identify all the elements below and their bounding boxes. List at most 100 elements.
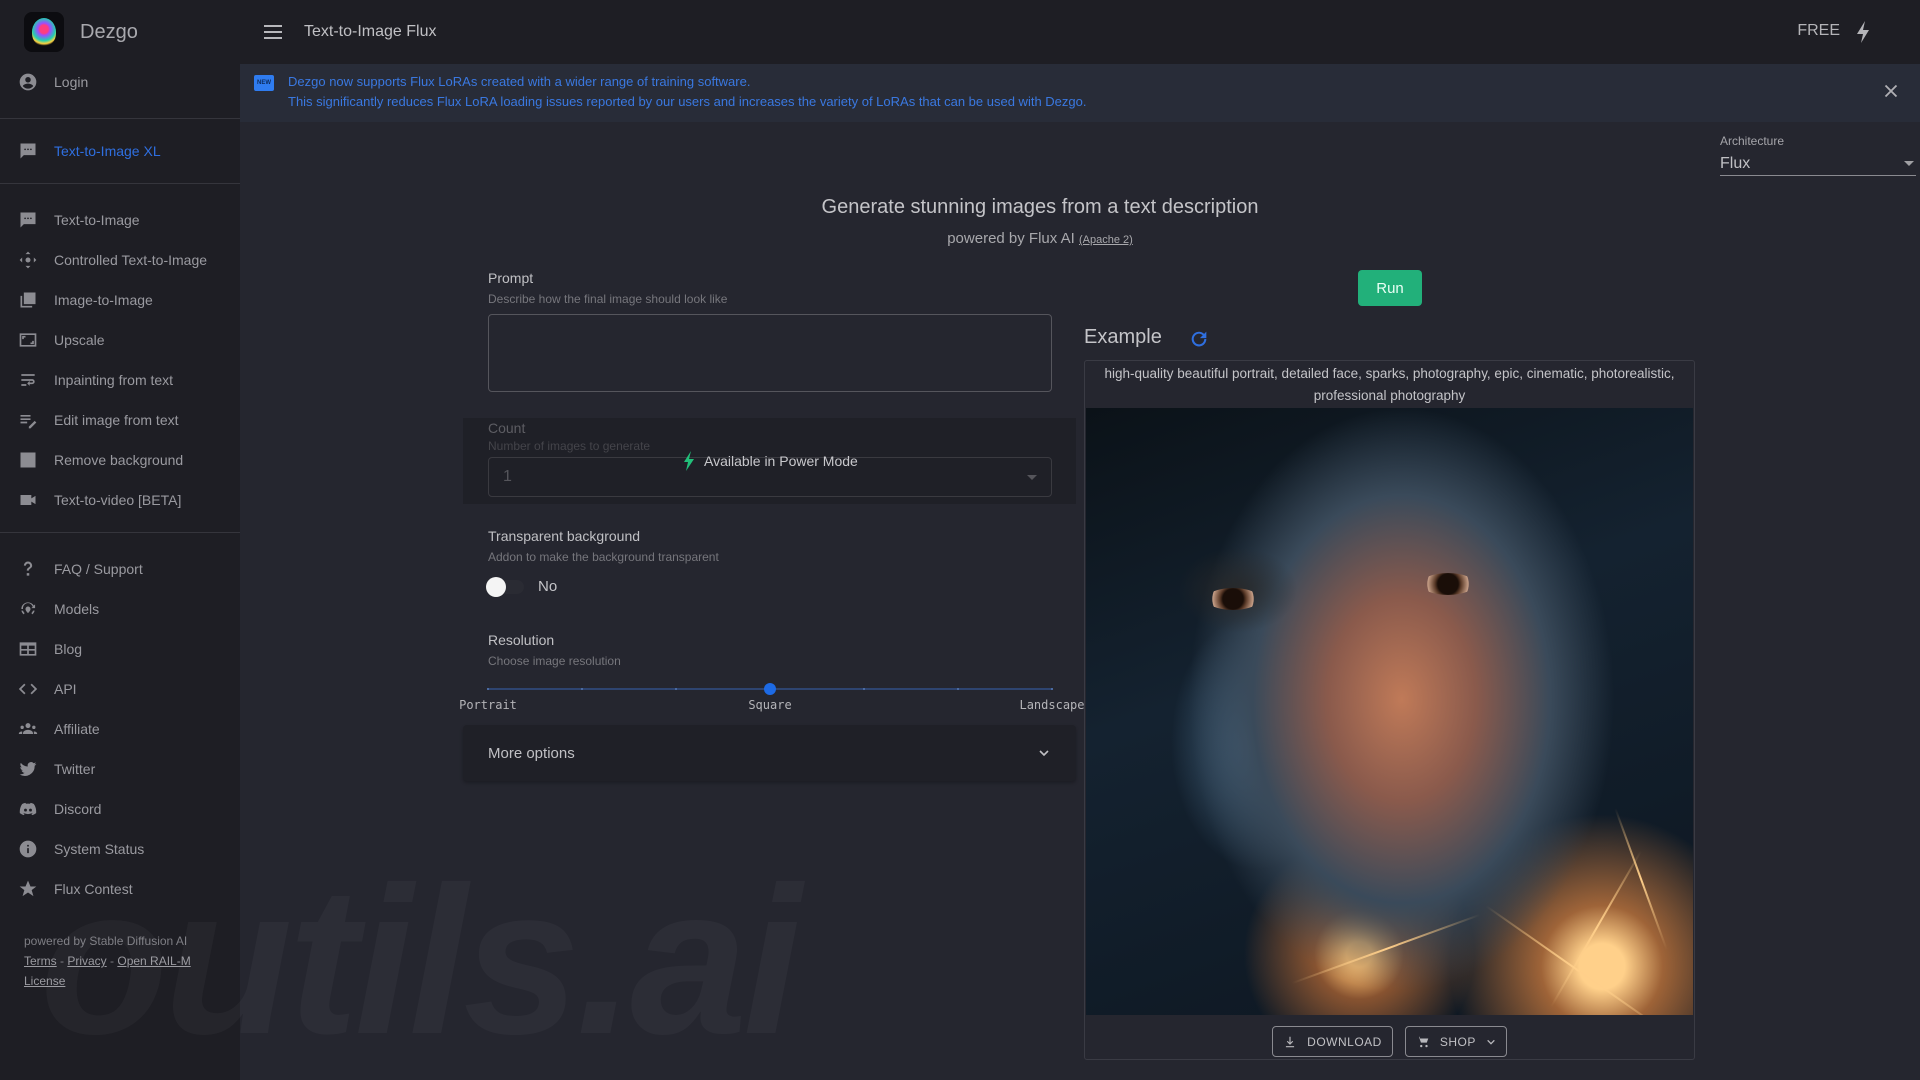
sidebar-item-affiliate[interactable]: Affiliate xyxy=(0,709,240,749)
architecture-value: Flux xyxy=(1720,154,1751,172)
prompt-section: Prompt Describe how the final image shou… xyxy=(488,270,1052,397)
sidebar-item-edit-image-from-text[interactable]: Edit image from text xyxy=(0,400,240,440)
chevron-down-icon xyxy=(1039,750,1049,757)
refresh-icon[interactable] xyxy=(1188,328,1210,350)
banner-line-1: Dezgo now supports Flux LoRAs created wi… xyxy=(288,74,751,89)
architecture-select[interactable]: Architecture Flux xyxy=(1720,134,1916,176)
groups-icon xyxy=(17,718,39,740)
plan-badge[interactable]: FREE xyxy=(1797,22,1840,40)
hero-subtitle: powered by Flux AI (Apache 2) xyxy=(240,230,1920,247)
banner-line-2: This significantly reduces Flux LoRA loa… xyxy=(288,94,1087,109)
star-icon xyxy=(17,878,39,900)
sidebar-item-image-to-image[interactable]: Image-to-Image xyxy=(0,280,240,320)
sidebar-item-controlled-text-to-image[interactable]: Controlled Text-to-Image xyxy=(0,240,240,280)
info-icon xyxy=(17,838,39,860)
top-bar: Text-to-Image Flux FREE xyxy=(240,0,1920,64)
sidebar-item-label: Edit image from text xyxy=(54,412,179,428)
sidebar-item-text-to-video[interactable]: Text-to-video [BETA] xyxy=(0,480,240,520)
sidebar-divider xyxy=(0,118,240,119)
hero-subtitle-text: powered by Flux AI xyxy=(947,230,1075,247)
terms-link[interactable]: Terms xyxy=(24,954,57,968)
download-button[interactable]: DOWNLOAD xyxy=(1272,1026,1393,1057)
sidebar-item-text-to-image[interactable]: Text-to-Image xyxy=(0,200,240,240)
image-off-icon xyxy=(17,449,39,471)
image-detail xyxy=(1206,588,1260,610)
transparent-background-toggle[interactable] xyxy=(486,576,524,597)
slider-labels: Portrait Square Landscape xyxy=(459,698,1084,714)
photo-library-icon xyxy=(17,289,39,311)
more-options-accordion[interactable]: More options xyxy=(463,725,1076,781)
sidebar-item-label: API xyxy=(54,681,77,697)
hamburger-menu-icon[interactable] xyxy=(264,20,288,44)
download-icon xyxy=(1286,1036,1295,1047)
sidebar-item-label: System Status xyxy=(54,841,145,857)
sidebar-item-discord[interactable]: Discord xyxy=(0,789,240,829)
twitter-icon xyxy=(17,758,39,780)
slider-tick xyxy=(487,688,489,690)
example-title: Example xyxy=(1084,326,1162,348)
new-badge-icon: NEW xyxy=(254,75,274,91)
power-mode-text: Available in Power Mode xyxy=(704,453,858,469)
hero-title: Generate stunning images from a text des… xyxy=(821,196,1259,218)
prompt-label: Prompt xyxy=(488,270,534,286)
download-label: DOWNLOAD xyxy=(1307,1034,1382,1049)
sidebar-item-blog[interactable]: Blog xyxy=(0,629,240,669)
sidebar-item-text-to-image-xl[interactable]: Text-to-Image XL xyxy=(0,131,240,171)
sidebar-item-label: Text-to-video [BETA] xyxy=(54,492,182,508)
count-label: Count xyxy=(488,420,526,436)
toggle-state-label: No xyxy=(538,578,558,595)
sidebar-item-label: Upscale xyxy=(54,332,105,348)
brand[interactable]: Dezgo xyxy=(0,0,240,64)
sidebar-item-system-status[interactable]: System Status xyxy=(0,829,240,869)
question-mark-icon xyxy=(17,558,39,580)
slider-tick xyxy=(580,688,583,690)
sidebar-item-label: Remove background xyxy=(54,452,184,468)
sidebar-item-api[interactable]: API xyxy=(0,669,240,709)
sidebar-item-models[interactable]: Models xyxy=(0,589,240,629)
example-image[interactable] xyxy=(1086,408,1693,1015)
footer-separator: - xyxy=(106,954,118,968)
prompt-input[interactable] xyxy=(488,314,1052,392)
power-mode-notice[interactable]: Available in Power Mode xyxy=(682,451,858,471)
fullscreen-frame-icon xyxy=(17,329,39,351)
slider-tick xyxy=(674,688,677,690)
run-button[interactable]: Run xyxy=(1358,270,1422,306)
shopping-cart-icon xyxy=(1416,1036,1429,1047)
sidebar-divider xyxy=(0,183,240,184)
sidebar-item-inpainting-from-text[interactable]: Inpainting from text xyxy=(0,360,240,400)
sidebar-item-faq-support[interactable]: FAQ / Support xyxy=(0,549,240,589)
page-title: Text-to-Image Flux xyxy=(304,23,437,40)
apache-license-link[interactable]: (Apache 2) xyxy=(1079,234,1133,246)
privacy-link[interactable]: Privacy xyxy=(67,954,106,968)
sidebar-item-remove-background[interactable]: Remove background xyxy=(0,440,240,480)
sidebar-item-label: Blog xyxy=(54,641,83,657)
sidebar-item-login[interactable]: Login xyxy=(0,62,240,102)
slider-thumb[interactable] xyxy=(764,683,776,695)
sidebar-item-label: Inpainting from text xyxy=(54,372,174,388)
slider-label: Portrait xyxy=(459,698,517,712)
example-card: high-quality beautiful portrait, detaile… xyxy=(1084,360,1695,1060)
sidebar-item-label: Affiliate xyxy=(54,721,100,737)
sidebar-item-label: Controlled Text-to-Image xyxy=(54,252,208,268)
resolution-slider[interactable] xyxy=(487,682,1053,696)
resolution-hint: Choose image resolution xyxy=(488,654,621,668)
transparent-background-section: Transparent background Addon to make the… xyxy=(486,528,1052,597)
sidebar-item-upscale[interactable]: Upscale xyxy=(0,320,240,360)
sidebar-item-twitter[interactable]: Twitter xyxy=(0,749,240,789)
image-detail xyxy=(1421,573,1475,595)
bolt-icon[interactable] xyxy=(1854,20,1872,44)
sidebar-item-flux-contest[interactable]: Flux Contest xyxy=(0,869,240,909)
shop-button[interactable]: SHOP xyxy=(1404,1026,1507,1057)
slider-label: Square xyxy=(748,698,792,712)
chat-bubble-icon xyxy=(17,140,39,162)
close-icon[interactable] xyxy=(1880,80,1902,102)
count-value: 1 xyxy=(503,468,512,485)
slider-tick xyxy=(957,688,959,690)
resolution-label: Resolution xyxy=(488,632,555,648)
chevron-down-icon xyxy=(1487,1039,1495,1045)
caret-down-icon xyxy=(1904,161,1914,166)
architecture-dropdown[interactable]: Flux xyxy=(1720,152,1916,176)
sidebar-item-label: Text-to-Image XL xyxy=(54,143,161,159)
sidebar-item-label: Twitter xyxy=(54,761,96,777)
sidebar-footer: powered by Stable Diffusion AI Terms - P… xyxy=(0,909,240,991)
